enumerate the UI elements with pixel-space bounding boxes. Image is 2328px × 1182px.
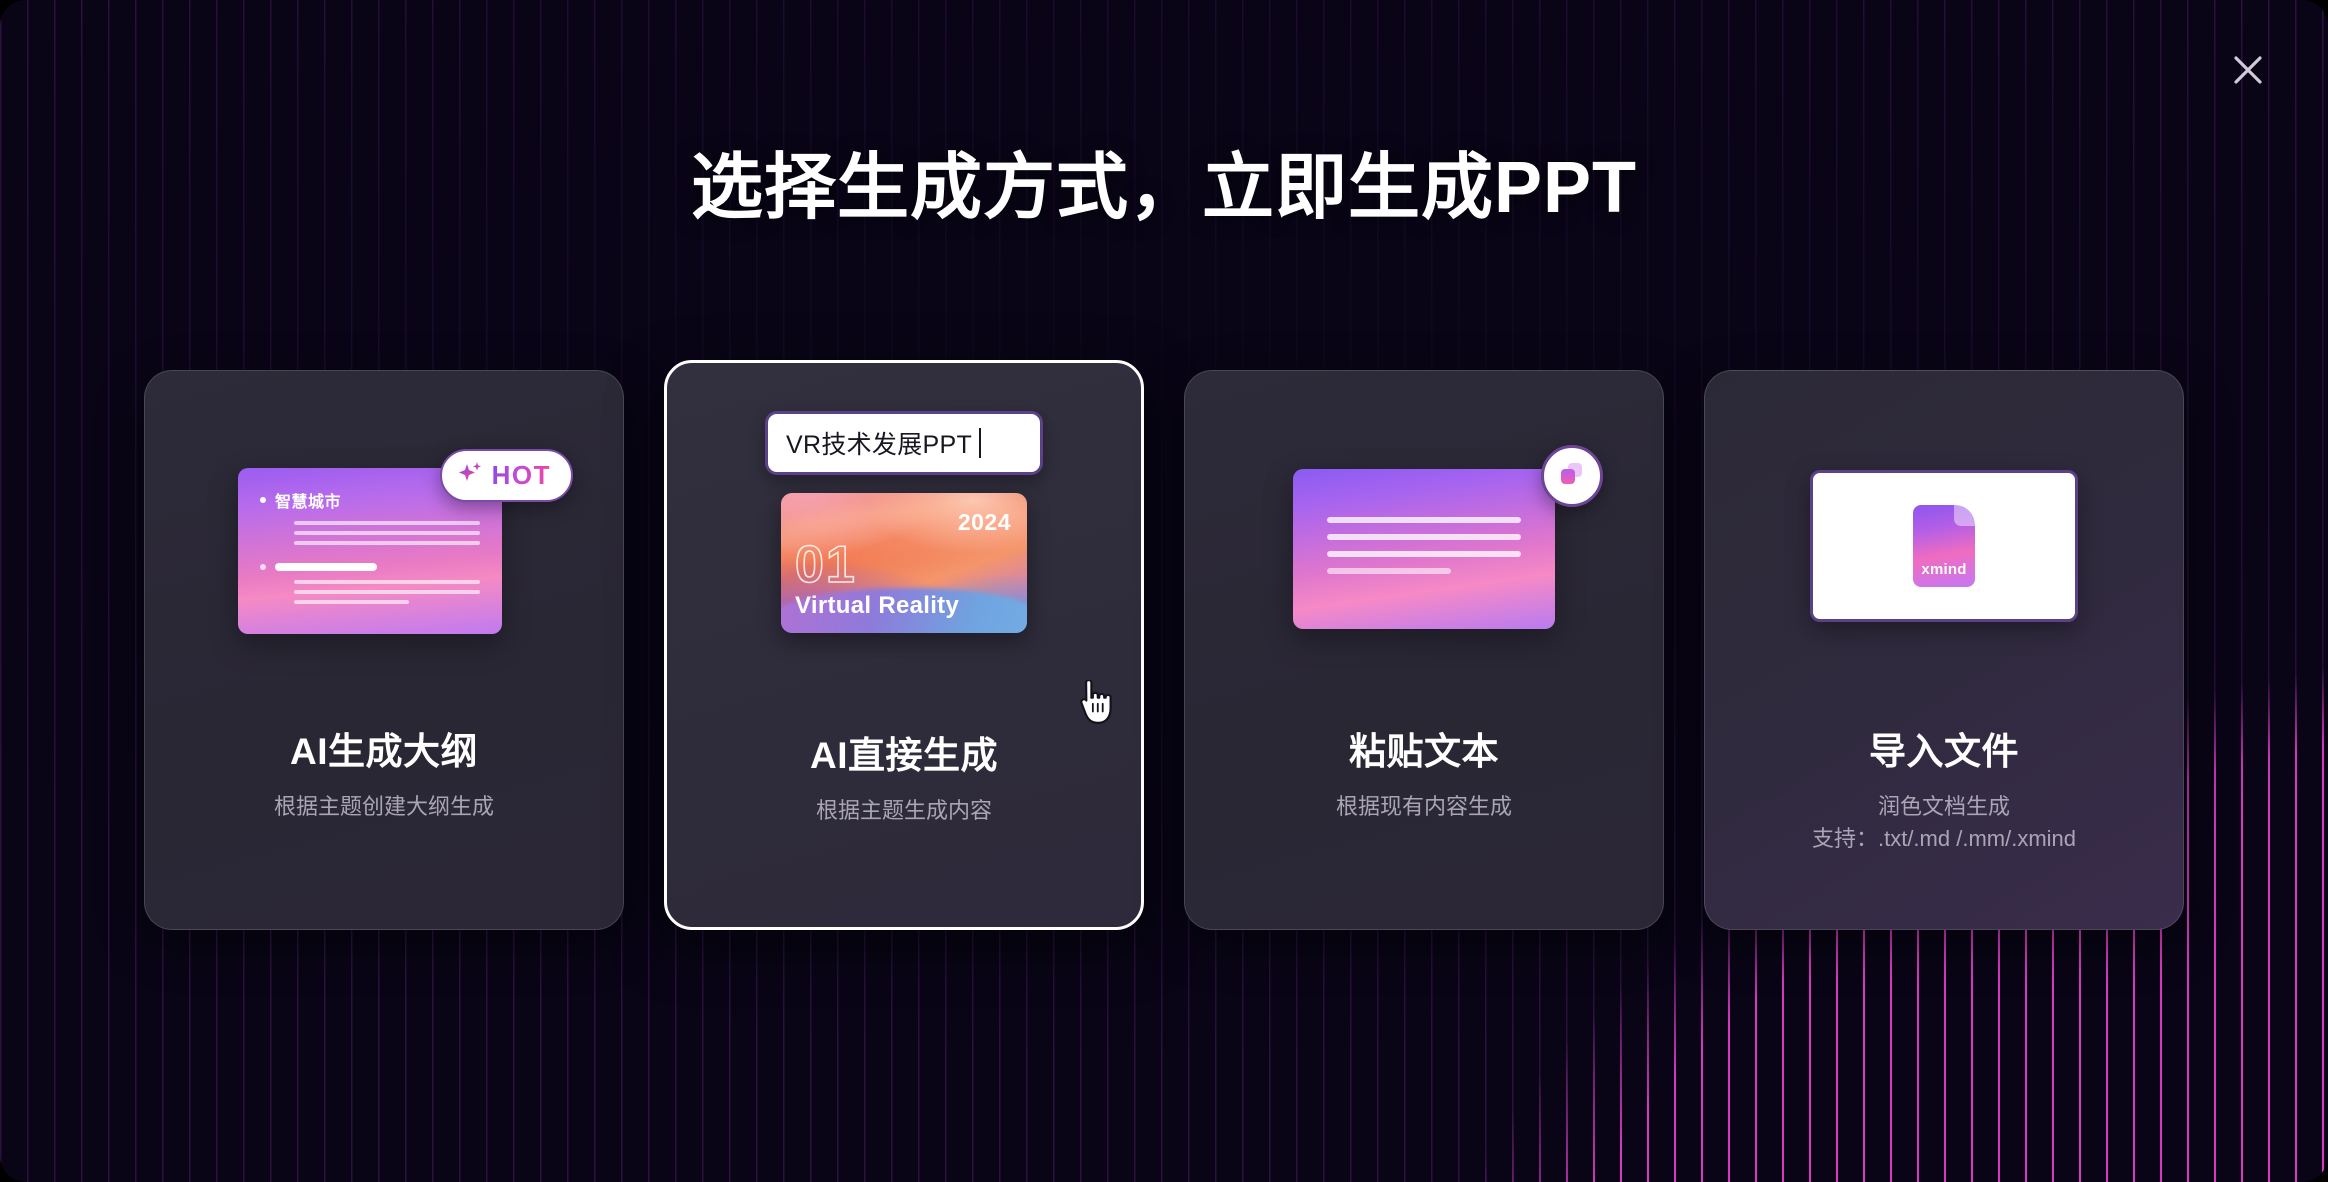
outline-line [294,521,480,525]
card-import-file-subtitle: 润色文档生成 [1877,794,2010,819]
hot-badge: HOT [439,449,573,502]
outline-line [294,600,410,604]
page-title: 选择生成方式，立即生成PPT [690,148,1638,228]
outline-lines-group-1 [294,521,480,545]
card-ai-outline-art: 智慧城市 HOT [145,371,623,721]
outline-heading-text: 智慧城市 [275,494,342,511]
text-mock-line [1327,568,1452,574]
copy-icon [1557,459,1587,494]
topic-input-value: VR技术发展PPT [786,431,973,459]
card-ai-direct-subtitle: 根据主题生成内容 [815,798,992,823]
card-ai-outline-subtitle: 根据主题创建大纲生成 [273,794,494,819]
outline-lines-group-2 [294,580,480,604]
outline-line [294,541,480,545]
card-import-file-art: xmind [1705,371,2183,721]
sparkle-icon [456,459,484,492]
file-fold-corner [1954,505,1975,526]
xmind-file-label: xmind [1921,561,1967,578]
outline-line [294,580,480,584]
text-mock-line [1327,517,1521,523]
card-import-file-title: 导入文件 [1869,731,2019,772]
bullet-dot-icon [260,497,266,503]
generation-method-list: 智慧城市 HOT AI生成大纲 根据主题创建大纲生成 VR技术发展PPT 202… [144,360,2184,930]
slide-year-label: 2024 [957,509,1011,535]
text-mock-line [1327,534,1521,540]
outline-line [294,531,480,535]
hot-badge-label: HOT [491,460,551,490]
close-button[interactable] [2224,46,2272,94]
text-mock-preview [1293,469,1555,629]
card-import-file-formats: 支持：.txt/.md /.mm/.xmind [1811,825,2077,851]
card-ai-direct[interactable]: VR技术发展PPT 2024 01 Virtual Reality AI直接生成… [664,360,1144,930]
bullet-dot-icon [260,564,266,570]
copy-badge [1541,445,1603,507]
generate-ppt-modal: 选择生成方式，立即生成PPT 智慧城市 HOT AI生成大纲 根据主题创建大纲生… [0,0,2328,1182]
outline-subheading-row [260,563,480,571]
outline-line [294,590,480,594]
card-paste-text[interactable]: 粘贴文本 根据现有内容生成 [1184,370,1664,930]
xmind-file-icon: xmind [1913,505,1975,587]
card-paste-text-subtitle: 根据现有内容生成 [1335,794,1512,819]
file-mock-preview: xmind [1810,470,2078,622]
close-x-icon [2231,53,2265,87]
card-import-file[interactable]: xmind 导入文件 润色文档生成 支持：.txt/.md /.mm/.xmin… [1704,370,2184,930]
text-mock-line [1327,551,1521,557]
card-paste-text-title: 粘贴文本 [1349,731,1499,772]
slide-title-label: Virtual Reality [795,592,960,619]
card-ai-outline-title: AI生成大纲 [290,731,478,772]
card-paste-text-art [1185,371,1663,721]
card-ai-direct-art: VR技术发展PPT 2024 01 Virtual Reality [667,363,1141,721]
slide-number-label: 01 [794,535,857,595]
slide-preview: 2024 01 Virtual Reality [781,493,1027,633]
card-ai-outline[interactable]: 智慧城市 HOT AI生成大纲 根据主题创建大纲生成 [144,370,624,930]
card-ai-direct-title: AI直接生成 [810,735,998,776]
topic-input[interactable]: VR技术发展PPT [765,411,1043,475]
outline-title-bar [275,563,377,571]
text-caret [979,428,982,458]
